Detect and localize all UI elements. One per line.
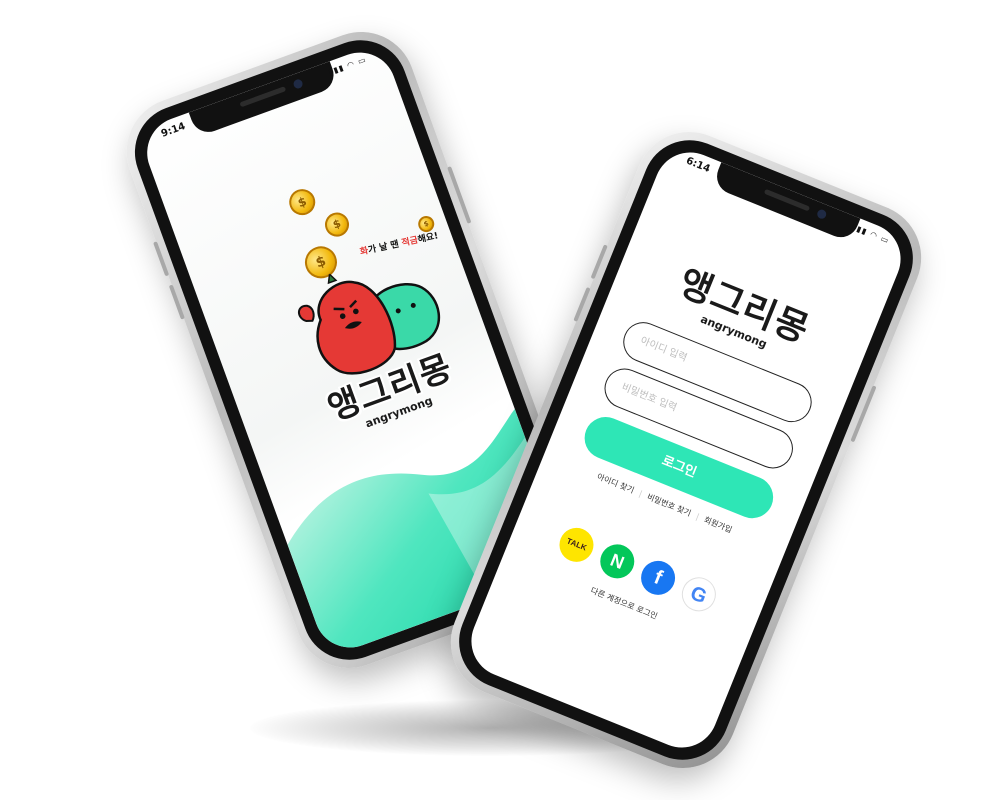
wifi-icon: ◠ (868, 229, 880, 241)
divider: | (637, 488, 644, 499)
coin-icon: $ (285, 185, 319, 219)
login-screen: 6:14 ▮▮▮ ◠ ▭ 앵그리몽 angrymong 아이디 입력 비밀번호 … (460, 141, 912, 759)
battery-icon: ▭ (879, 233, 891, 246)
divider: | (694, 511, 701, 522)
signal-icon: ▮▮▮ (850, 222, 869, 237)
signup-link[interactable]: 회원가입 (703, 515, 734, 534)
naver-login-button[interactable]: N (595, 539, 640, 584)
status-time: 6:14 (684, 155, 712, 176)
status-time: 9:14 (159, 120, 187, 140)
front-camera (292, 78, 304, 90)
find-id-link[interactable]: 아이디 찾기 (596, 472, 636, 495)
find-password-link[interactable]: 비밀번호 찾기 (646, 492, 693, 518)
facebook-login-button[interactable]: f (635, 555, 681, 600)
red-mascot-leaf (327, 272, 338, 285)
front-camera (815, 208, 828, 221)
google-login-button[interactable]: G (676, 572, 722, 617)
red-mascot-arm (297, 304, 315, 322)
battery-icon: ▭ (356, 54, 368, 67)
coin-icon: $ (321, 209, 353, 240)
wifi-icon: ◠ (345, 59, 357, 71)
kakao-login-button[interactable]: TALK (554, 522, 599, 568)
